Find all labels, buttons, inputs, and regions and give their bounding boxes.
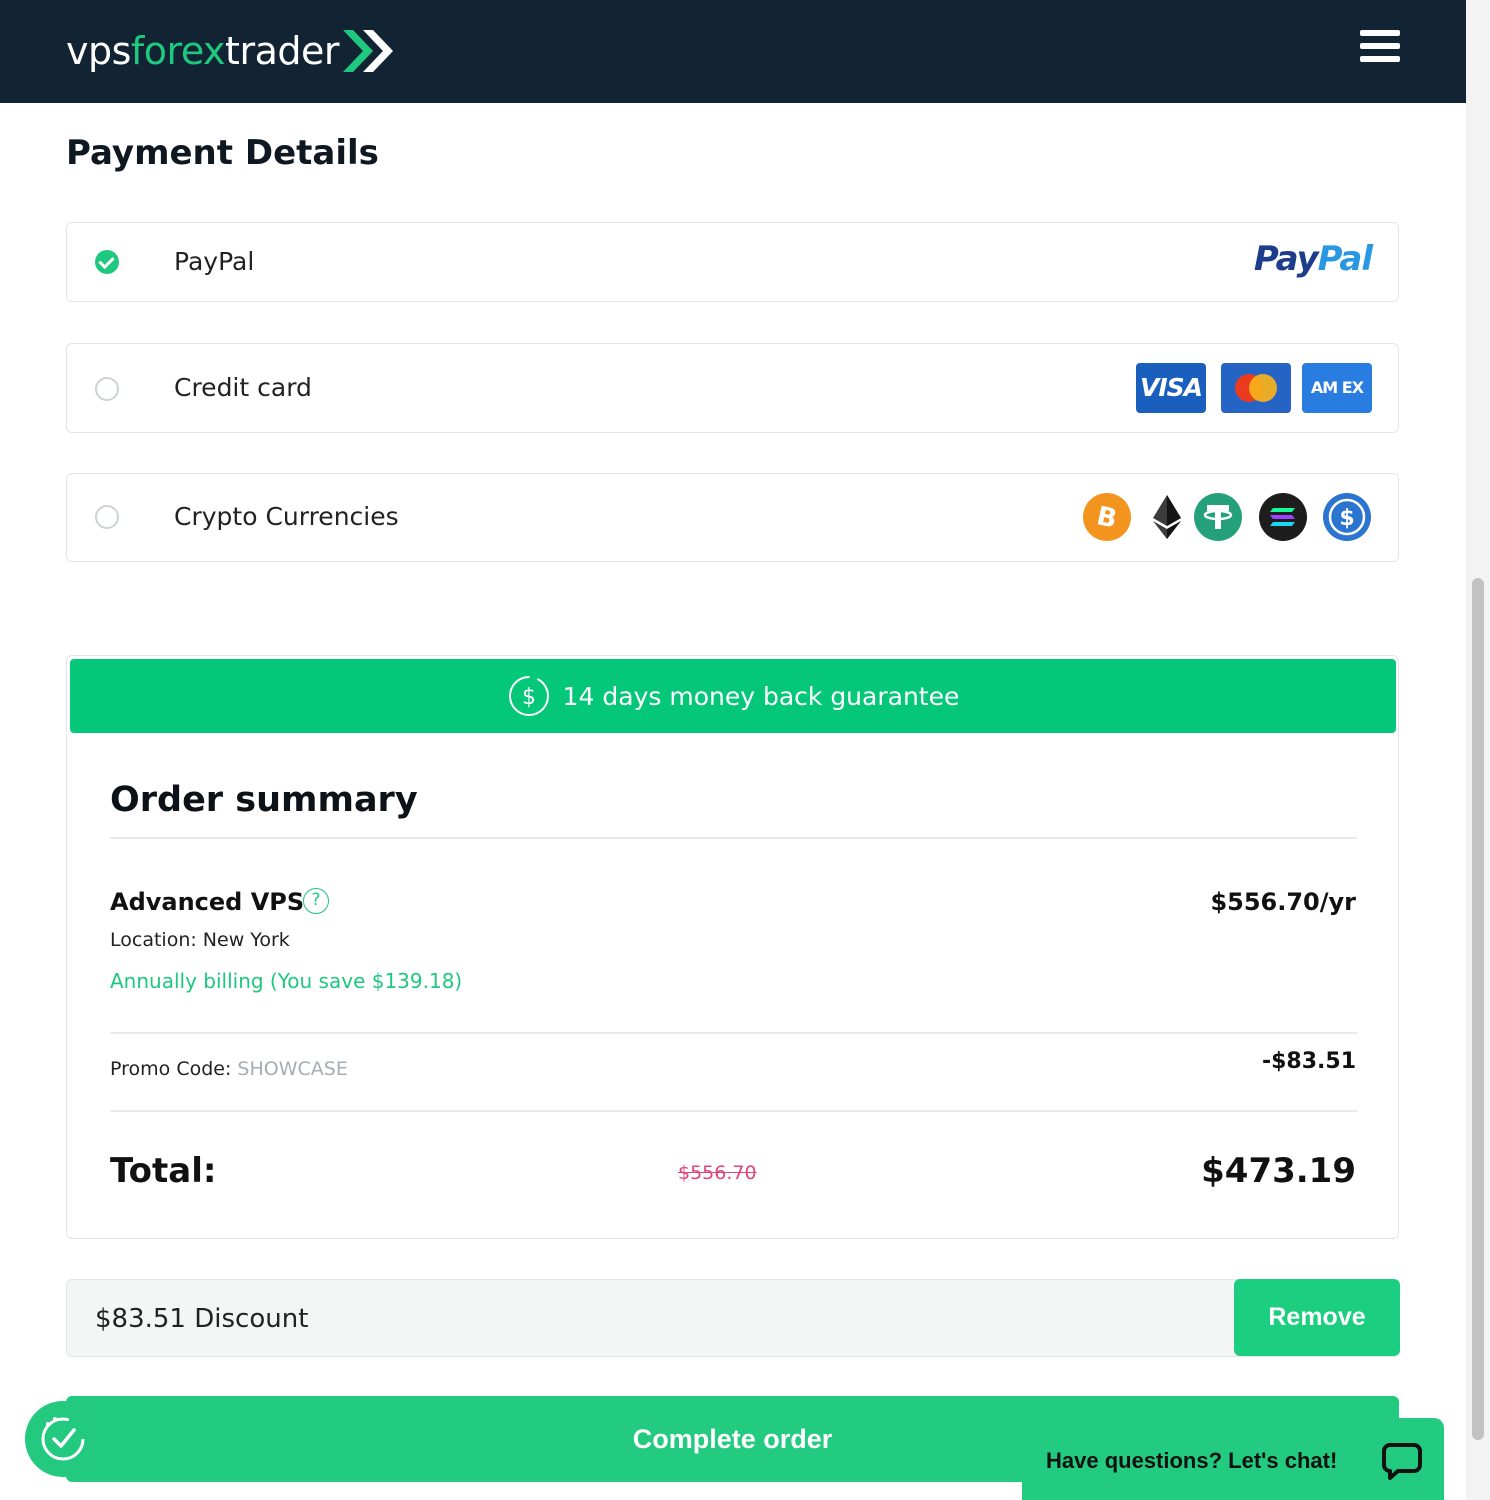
payment-option-label: Credit card [174, 373, 312, 402]
total-final-price: $473.19 [1201, 1151, 1356, 1191]
payment-option-credit-card[interactable]: Credit card VISA AM EX [66, 343, 1399, 433]
money-back-guarantee-banner: $ 14 days money back guarantee [70, 659, 1396, 733]
guarantee-text: 14 days money back guarantee [562, 681, 960, 711]
radio-unchecked-icon[interactable] [95, 377, 119, 401]
order-summary-title: Order summary [110, 780, 418, 820]
applied-discount-bar: $83.51 Discount Remove [66, 1279, 1400, 1357]
product-price: $556.70/yr [1210, 888, 1356, 916]
paypal-logo: PayPal [1253, 239, 1373, 279]
hamburger-menu-icon[interactable] [1360, 30, 1402, 68]
promo-code-label: Promo Code: [110, 1058, 238, 1080]
accessibility-check-badge[interactable] [25, 1401, 101, 1477]
promo-code-line: Promo Code: SHOWCASE [110, 1058, 348, 1080]
bitcoin-icon: B [1083, 493, 1131, 541]
mastercard-logo [1221, 363, 1291, 413]
payment-option-paypal[interactable]: PayPal PayPal [66, 222, 1399, 302]
discount-text: $83.51 Discount [95, 1304, 309, 1334]
payment-option-label: PayPal [174, 247, 255, 276]
logo-text-forex: forex [130, 29, 226, 73]
divider [110, 837, 1357, 839]
product-location: Location: New York [110, 929, 290, 951]
divider [110, 1110, 1357, 1112]
page-title: Payment Details [66, 133, 379, 173]
remove-discount-button[interactable]: Remove [1234, 1279, 1400, 1356]
divider [110, 1032, 1357, 1034]
help-question-icon[interactable]: ? [303, 888, 329, 914]
payment-option-crypto[interactable]: Crypto Currencies B $ [66, 473, 1399, 562]
check-badge-icon [41, 1417, 85, 1461]
promo-code-value: SHOWCASE [237, 1058, 348, 1080]
ethereum-icon [1143, 493, 1191, 541]
usdc-icon: $ [1323, 493, 1371, 541]
solana-icon [1259, 493, 1307, 541]
tether-icon [1194, 493, 1242, 541]
promo-discount-amount: -$83.51 [1261, 1049, 1356, 1074]
chat-widget-text: Have questions? Let's chat! [1046, 1448, 1338, 1473]
top-navigation-bar: vps forex trader [0, 0, 1466, 103]
site-logo[interactable]: vps forex trader [66, 28, 395, 74]
order-summary-card: $ 14 days money back guarantee Order sum… [66, 655, 1399, 1239]
chat-bubble-icon [1382, 1443, 1422, 1480]
radio-checked-icon[interactable] [95, 250, 119, 274]
radio-unchecked-icon[interactable] [95, 505, 119, 529]
payment-option-label: Crypto Currencies [174, 502, 399, 531]
total-original-price: $556.70 [678, 1162, 757, 1184]
visa-logo: VISA [1136, 363, 1206, 413]
double-chevron-logo-icon [342, 30, 393, 72]
total-label: Total: [110, 1151, 217, 1191]
logo-text-trader: trader [225, 29, 339, 73]
logo-text-vps: vps [66, 29, 131, 73]
svg-text:B: B [1094, 501, 1120, 534]
svg-text:$: $ [522, 685, 536, 710]
chat-widget[interactable]: Have questions? Let's chat! [1022, 1418, 1444, 1500]
scrollbar-thumb[interactable] [1472, 578, 1484, 1440]
dollar-coin-icon: $ [508, 676, 549, 716]
product-name: Advanced VPS [110, 888, 305, 916]
billing-savings-text: Annually billing (You save $139.18) [110, 969, 463, 993]
amex-logo: AM EX [1302, 363, 1372, 413]
svg-text:$: $ [1339, 506, 1354, 531]
